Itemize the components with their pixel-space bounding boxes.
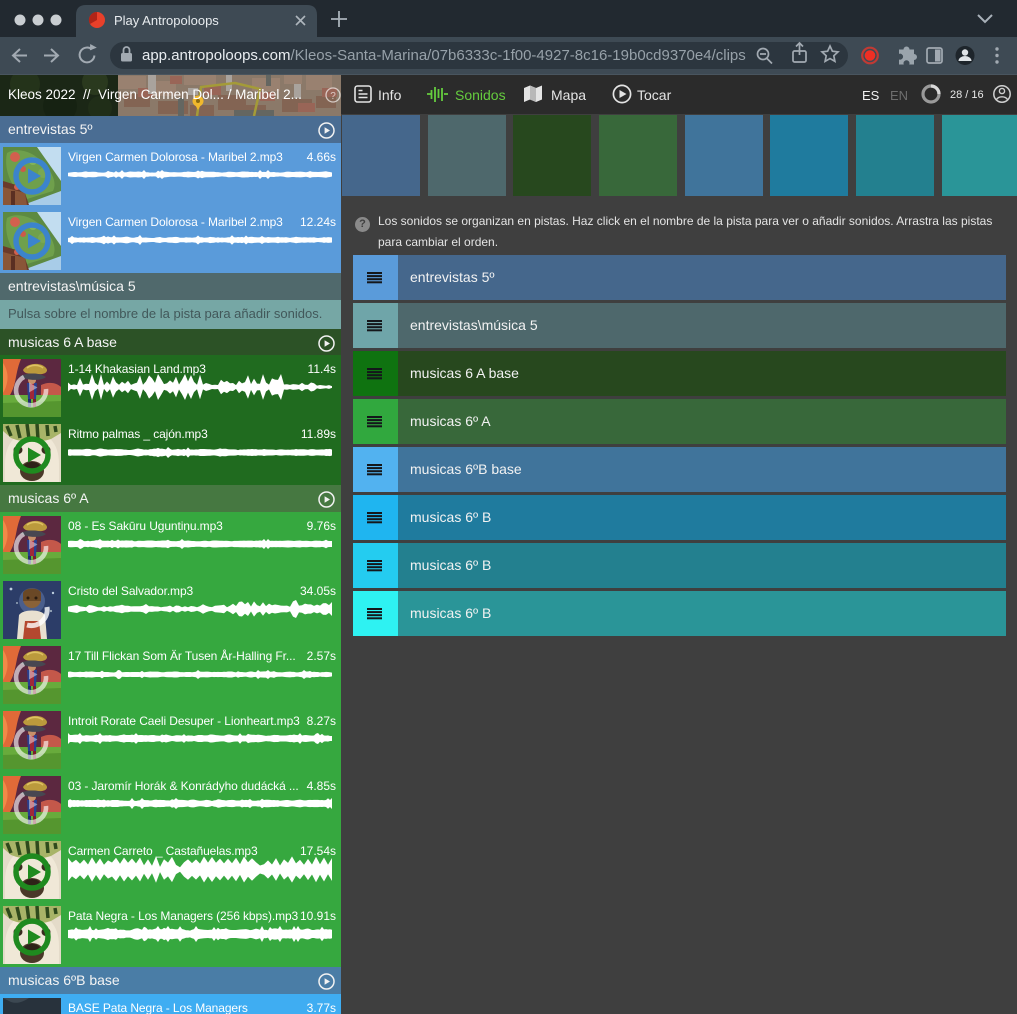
svg-text:?: ? (330, 91, 336, 102)
